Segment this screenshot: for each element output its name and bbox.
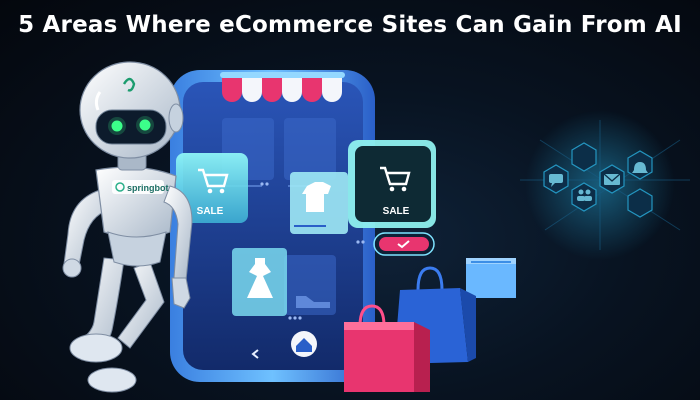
shirt-card — [290, 172, 348, 234]
illustration: SALE SALE springbot — [62, 61, 690, 393]
confirm-pill — [373, 232, 435, 256]
sale-label: SALE — [383, 206, 410, 217]
small-gift-box — [466, 258, 516, 298]
hero-banner: 5 Areas Where eCommerce Sites Can Gain F… — [0, 0, 700, 400]
sale-card-right: SALE — [348, 140, 436, 228]
sale-label: SALE — [197, 206, 224, 217]
email-icon — [603, 173, 621, 185]
dress-card — [232, 248, 287, 316]
robot-brand-label: springbot — [127, 183, 169, 193]
network-background — [520, 110, 690, 260]
